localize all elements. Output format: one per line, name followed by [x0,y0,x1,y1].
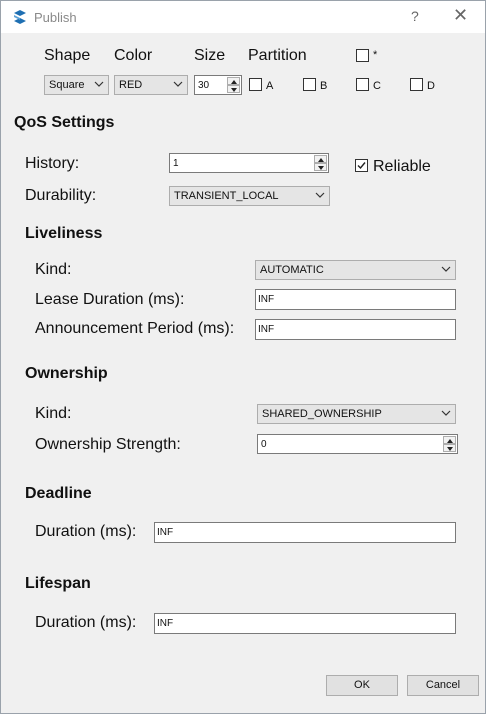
liveliness-kind-select[interactable]: AUTOMATIC [255,260,456,280]
ownership-strength-label: Ownership Strength: [35,436,181,453]
reliable-checkbox[interactable] [355,159,368,172]
publish-dialog: Publish ? ✕ Shape Color Size Partition S… [0,0,486,714]
liveliness-kind-value: AUTOMATIC [260,264,324,276]
lease-duration-input[interactable]: INF [255,289,456,310]
reliable-label: Reliable [373,158,431,175]
history-spinbox[interactable]: 1 [169,153,329,173]
partition-all-label: * [373,49,378,61]
help-button[interactable]: ? [411,8,419,24]
ownership-kind-select[interactable]: SHARED_OWNERSHIP [257,404,456,424]
deadline-duration-value: INF [157,527,174,538]
history-increment-button[interactable] [314,155,327,163]
ownership-kind-label: Kind: [35,405,72,422]
shape-select-value: Square [49,79,85,91]
partition-a-label: A [266,80,274,92]
size-spinbox[interactable]: 30 [194,75,242,95]
color-label: Color [114,47,153,64]
arrow-up-icon [231,80,237,84]
size-decrement-button[interactable] [227,85,240,93]
color-select-value: RED [119,79,143,91]
lease-duration-label: Lease Duration (ms): [35,291,185,308]
ownership-strength-decrement-button[interactable] [443,444,456,452]
arrow-up-icon [447,439,453,443]
chevron-down-icon [173,81,183,87]
size-increment-button[interactable] [227,77,240,85]
ownership-kind-value: SHARED_OWNERSHIP [262,408,382,420]
deadline-duration-label: Duration (ms): [35,523,137,540]
ownership-strength-spinbox[interactable]: 0 [257,434,458,454]
close-button[interactable]: ✕ [453,5,468,26]
partition-d-checkbox[interactable] [410,78,423,91]
ownership-heading: Ownership [25,365,108,382]
window-title: Publish [34,10,77,25]
chevron-down-icon [441,266,451,272]
ownership-strength-value: 0 [261,439,267,450]
durability-select-value: TRANSIENT_LOCAL [174,190,279,202]
title-bar: Publish ? ✕ [1,1,485,33]
partition-label: Partition [248,47,307,64]
shape-select[interactable]: Square [44,75,109,95]
qos-settings-heading: QoS Settings [14,114,115,131]
size-spin-buttons [227,77,240,93]
check-icon [357,162,366,170]
announcement-period-label: Announcement Period (ms): [35,320,235,337]
arrow-down-icon [318,166,324,170]
history-label: History: [25,155,80,172]
arrow-down-icon [231,88,237,92]
announcement-period-input[interactable]: INF [255,319,456,340]
lifespan-duration-value: INF [157,618,174,629]
liveliness-kind-label: Kind: [35,261,72,278]
history-spin-buttons [314,155,327,171]
durability-select[interactable]: TRANSIENT_LOCAL [169,186,330,206]
size-spinbox-value: 30 [198,80,210,91]
durability-label: Durability: [25,187,97,204]
chevron-down-icon [441,410,451,416]
arrow-up-icon [318,158,324,162]
chevron-down-icon [315,192,325,198]
size-label: Size [194,47,226,64]
ownership-strength-spin-buttons [443,436,456,452]
deadline-heading: Deadline [25,485,92,502]
app-logo-icon [14,10,26,24]
ownership-strength-increment-button[interactable] [443,436,456,444]
partition-c-checkbox[interactable] [356,78,369,91]
chevron-down-icon [94,81,104,87]
lease-duration-value: INF [258,294,275,305]
partition-all-checkbox[interactable] [356,49,369,62]
arrow-down-icon [447,447,453,451]
partition-b-checkbox[interactable] [303,78,316,91]
partition-b-label: B [320,80,328,92]
shape-label: Shape [44,47,91,64]
lifespan-duration-label: Duration (ms): [35,614,137,631]
liveliness-heading: Liveliness [25,225,103,242]
partition-c-label: C [373,80,381,92]
ok-button[interactable]: OK [326,675,398,696]
history-spinbox-value: 1 [173,158,179,169]
partition-a-checkbox[interactable] [249,78,262,91]
announcement-period-value: INF [258,324,275,335]
cancel-button[interactable]: Cancel [407,675,479,696]
color-select[interactable]: RED [114,75,188,95]
lifespan-duration-input[interactable]: INF [154,613,456,634]
partition-d-label: D [427,80,435,92]
history-decrement-button[interactable] [314,163,327,171]
deadline-duration-input[interactable]: INF [154,522,456,543]
lifespan-heading: Lifespan [25,575,91,592]
